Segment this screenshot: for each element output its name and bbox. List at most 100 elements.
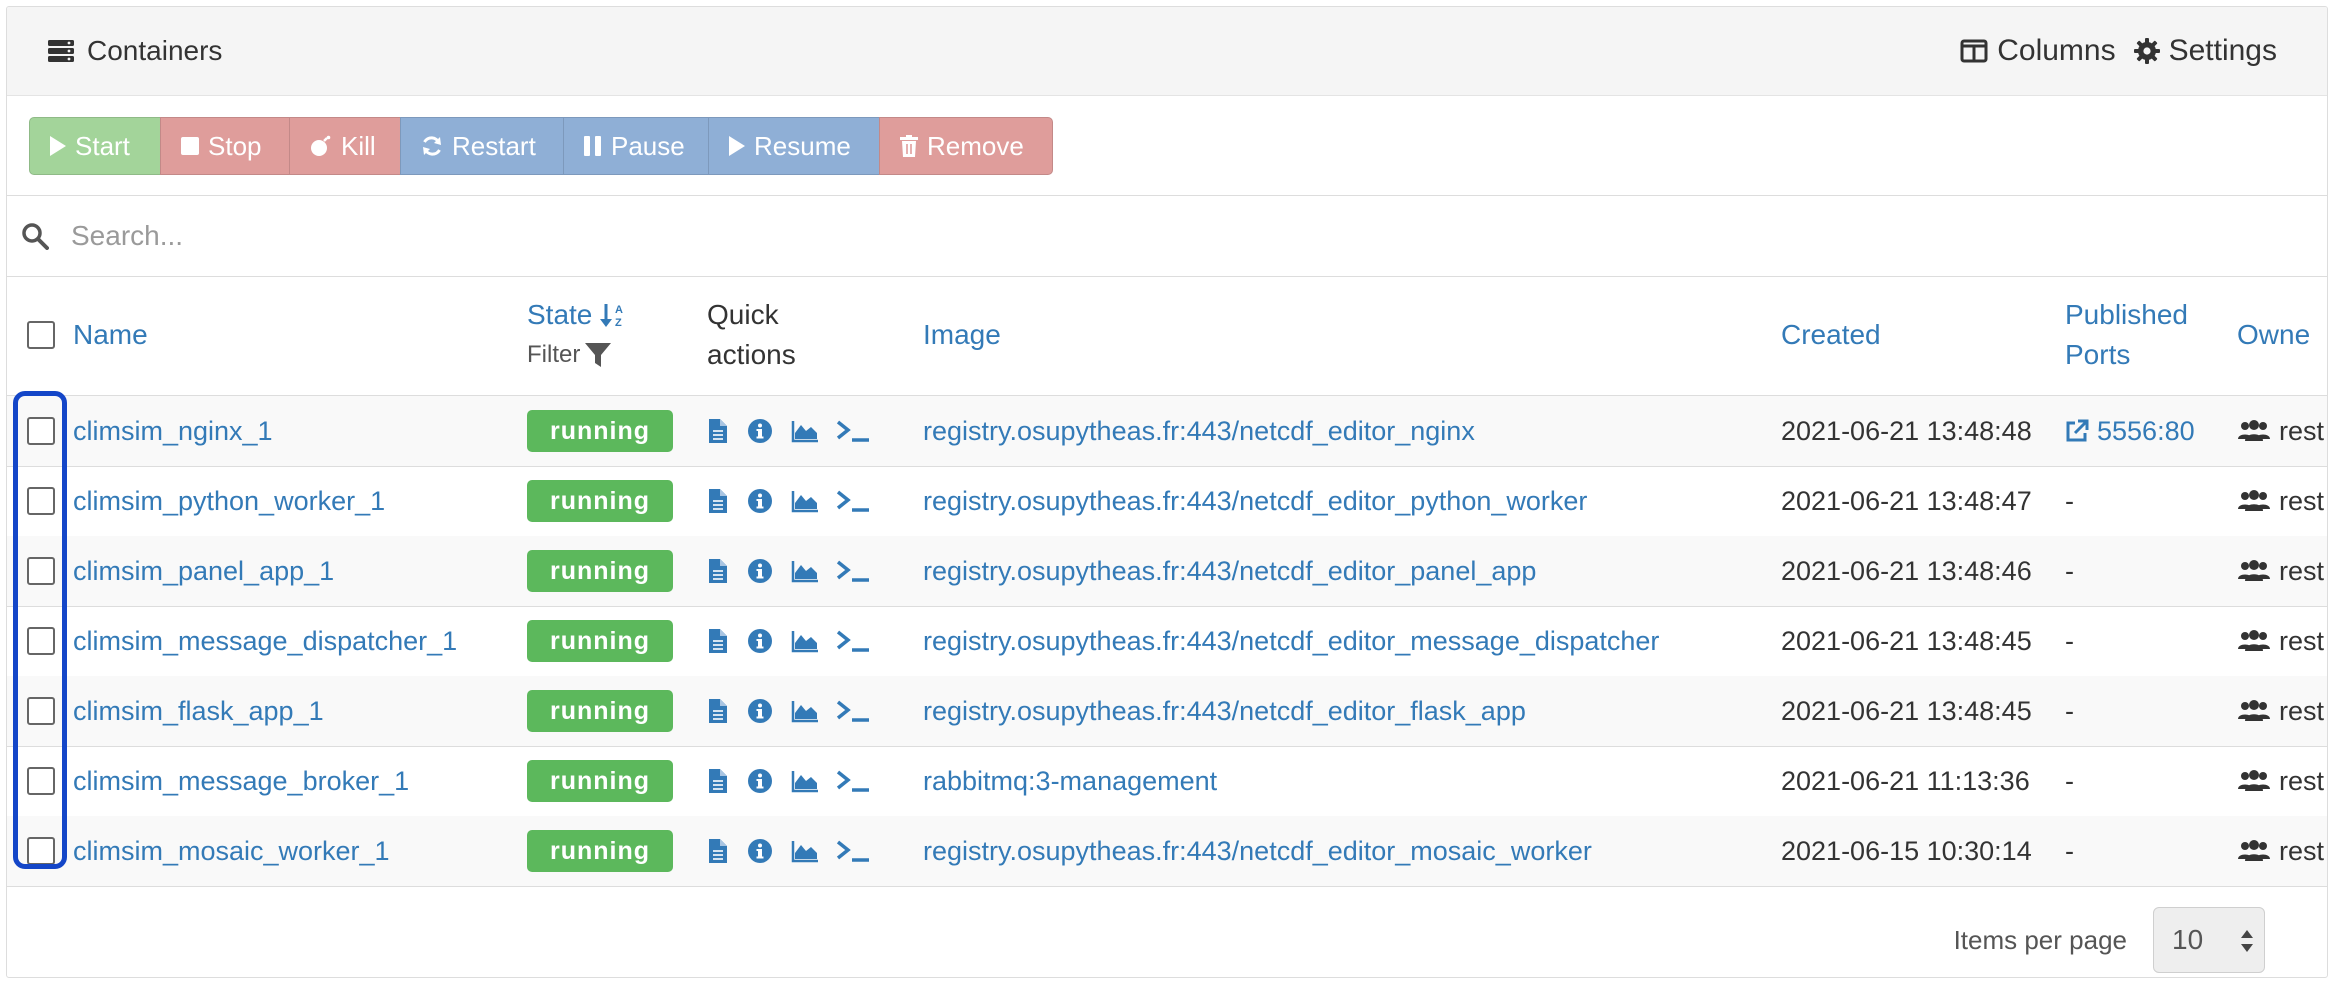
stats-button[interactable] [791, 489, 819, 513]
remove-button[interactable]: Remove [879, 117, 1053, 175]
console-button[interactable] [835, 769, 871, 793]
inspect-button[interactable] [747, 698, 773, 724]
restart-button[interactable]: Restart [400, 117, 564, 175]
items-per-page-select[interactable]: 10 [2153, 907, 2265, 973]
stats-button[interactable] [791, 559, 819, 583]
image-link[interactable]: registry.osupytheas.fr:443/netcdf_editor… [923, 606, 1659, 676]
logs-button[interactable] [709, 629, 727, 653]
ownership: rest [2237, 746, 2324, 816]
status-badge: running [527, 550, 673, 592]
settings-label: Settings [2168, 34, 2277, 67]
container-name[interactable]: climsim_panel_app_1 [73, 536, 334, 606]
published-ports[interactable]: 5556:80 [2065, 396, 2195, 466]
info-icon [748, 559, 772, 583]
stats-button[interactable] [791, 629, 819, 653]
logs-button[interactable] [709, 699, 727, 723]
inspect-button[interactable] [747, 768, 773, 794]
state-cell: running [527, 816, 673, 886]
items-per-page-value: 10 [2172, 924, 2204, 955]
container-name[interactable]: climsim_python_worker_1 [73, 466, 385, 536]
table-row: climsim_python_worker_1 running registry… [7, 466, 2327, 537]
state-cell: running [527, 536, 673, 606]
stats-button[interactable] [791, 419, 819, 443]
quick-actions-line1: Quick [707, 299, 779, 330]
inspect-button[interactable] [747, 558, 773, 584]
console-button[interactable] [835, 699, 871, 723]
image-link[interactable]: registry.osupytheas.fr:443/netcdf_editor… [923, 536, 1536, 606]
stop-button[interactable]: Stop [160, 117, 290, 175]
image-link[interactable]: registry.osupytheas.fr:443/netcdf_editor… [923, 676, 1526, 746]
logs-button[interactable] [709, 839, 727, 863]
ownership: rest [2237, 396, 2324, 466]
info-icon [748, 419, 772, 443]
container-name[interactable]: climsim_mosaic_worker_1 [73, 816, 390, 886]
console-button[interactable] [835, 559, 871, 583]
area-chart-icon [791, 701, 818, 723]
resume-button[interactable]: Resume [708, 117, 880, 175]
row-checkbox[interactable] [27, 697, 55, 725]
widget-title-text: Containers [87, 35, 223, 66]
file-icon [709, 629, 727, 653]
created-date: 2021-06-21 13:48:46 [1781, 555, 2032, 586]
column-header-created[interactable]: Created [1781, 315, 1881, 355]
console-button[interactable] [835, 419, 871, 443]
console-button[interactable] [835, 839, 871, 863]
column-header-ownership[interactable]: Owne [2237, 315, 2310, 355]
file-icon [709, 699, 727, 723]
column-header-name[interactable]: Name [73, 315, 148, 355]
ownership: rest [2237, 606, 2324, 676]
column-header-image[interactable]: Image [923, 315, 1001, 355]
state-filter-label: Filter [527, 341, 581, 368]
row-checkbox[interactable] [27, 417, 55, 445]
image-link[interactable]: registry.osupytheas.fr:443/netcdf_editor… [923, 816, 1592, 886]
row-checkbox[interactable] [27, 837, 55, 865]
row-checkbox[interactable] [27, 627, 55, 655]
column-header-published-ports[interactable]: Published Ports [2065, 295, 2188, 375]
logs-button[interactable] [709, 769, 727, 793]
row-checkbox[interactable] [27, 487, 55, 515]
published-ports: - [2065, 765, 2074, 796]
state-filter[interactable]: Filter [527, 335, 612, 375]
search-input[interactable] [69, 219, 2273, 253]
column-header-quick-actions: Quick actions [707, 295, 796, 375]
image-link[interactable]: registry.osupytheas.fr:443/netcdf_editor… [923, 396, 1475, 466]
console-button[interactable] [835, 489, 871, 513]
logs-button[interactable] [709, 559, 727, 583]
container-name[interactable]: climsim_nginx_1 [73, 396, 273, 466]
state-cell: running [527, 466, 673, 536]
stats-button[interactable] [791, 699, 819, 723]
kill-button[interactable]: Kill [289, 117, 401, 175]
state-cell: running [527, 396, 673, 466]
logs-button[interactable] [709, 489, 727, 513]
row-checkbox[interactable] [27, 767, 55, 795]
container-name[interactable]: climsim_message_dispatcher_1 [73, 606, 457, 676]
columns-button[interactable]: Columns [1960, 34, 2116, 68]
widget-title: Containers [47, 7, 222, 95]
inspect-button[interactable] [747, 488, 773, 514]
inspect-button[interactable] [747, 418, 773, 444]
area-chart-icon [791, 841, 818, 863]
container-name[interactable]: climsim_flask_app_1 [73, 676, 324, 746]
container-name[interactable]: climsim_message_broker_1 [73, 746, 409, 816]
terminal-icon [836, 840, 869, 862]
stats-button[interactable] [791, 839, 819, 863]
terminal-icon [836, 630, 869, 652]
port-link[interactable]: 5556:80 [2097, 416, 2195, 447]
file-icon [709, 489, 727, 513]
created-date: 2021-06-21 13:48:45 [1781, 625, 2032, 656]
console-button[interactable] [835, 629, 871, 653]
settings-button[interactable]: Settings [2133, 34, 2277, 68]
select-all-checkbox[interactable] [27, 321, 55, 349]
stats-button[interactable] [791, 769, 819, 793]
inspect-button[interactable] [747, 628, 773, 654]
image-link[interactable]: rabbitmq:3-management [923, 746, 1217, 816]
logs-button[interactable] [709, 419, 727, 443]
row-checkbox[interactable] [27, 557, 55, 585]
column-header-state[interactable]: State A Z [527, 295, 630, 335]
start-button[interactable]: Start [29, 117, 161, 175]
search-bar [7, 195, 2327, 277]
image-link[interactable]: registry.osupytheas.fr:443/netcdf_editor… [923, 466, 1587, 536]
status-badge: running [527, 690, 673, 732]
pause-button[interactable]: Pause [563, 117, 709, 175]
inspect-button[interactable] [747, 838, 773, 864]
